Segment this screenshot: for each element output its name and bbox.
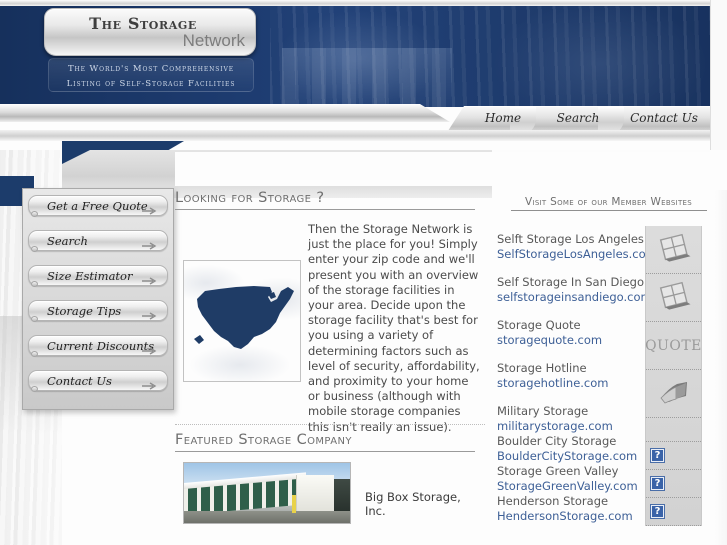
arrow-right-icon [142,341,158,355]
member-title: Storage Hotline [497,361,587,375]
member-title: Henderson Storage [497,494,609,508]
arrow-right-icon [142,271,158,285]
sidebar-item-current-discounts[interactable]: Current Discounts [28,335,168,357]
sidebar-item-size-estimator[interactable]: Size Estimator [28,265,168,287]
tagline-line-two: Listing of Self-Storage Facilities [66,79,236,89]
member-link[interactable]: storagehotline.com [497,376,657,391]
header-top-trim [0,0,727,6]
site-tagline: The World's Most Comprehensive Listing o… [48,58,254,92]
nav-item-home[interactable]: Home [468,111,538,131]
list-item: Henderson Storage HendersonStorage.com [497,494,657,524]
member-link[interactable]: militarystorage.com [497,419,657,434]
member-websites-panel: Visit Some of our Member Websites Selft … [490,196,727,526]
broken-image-icon [650,448,665,463]
member-icon-cell[interactable] [646,370,701,418]
header-right-edge [710,0,727,150]
list-item: Boulder City Storage BoulderCityStorage.… [497,434,657,464]
main-content: Looking for Storage ? Then the Storage N… [175,190,485,434]
list-item: Self Storage In San Diego selfstorageins… [497,275,657,305]
sidebar-item-get-a-free-quote[interactable]: Get a Free Quote [28,195,168,217]
logo-line-two: Network [182,31,245,50]
list-item: Storage Green Valley StorageGreenValley.… [497,464,657,494]
member-title: Selft Storage Los Angeles [497,232,644,246]
page-title: Looking for Storage ? [175,190,475,210]
sidebar-item-label: Storage Tips [47,304,122,318]
arrow-right-icon [142,376,158,390]
sidebar-item-storage-tips[interactable]: Storage Tips [28,300,168,322]
featured-storage-photo [183,462,351,524]
member-websites-heading: Visit Some of our Member Websites [510,196,707,211]
sidebar-item-knob [31,211,38,217]
book-pages-icon [657,378,691,410]
nav-item-search[interactable]: Search [542,111,614,131]
member-title: Storage Quote [497,318,581,332]
member-icon-cell[interactable] [646,226,701,274]
window-grid-icon [657,233,691,267]
right-margin-fade [715,190,727,545]
left-sidebar: Get a Free Quote Search Size Estimator S… [22,188,174,410]
member-icon-cell[interactable] [646,274,701,322]
header-under-trim [0,130,710,141]
featured-company-name: Big Box Storage, Inc. [365,490,461,518]
member-icon-cell[interactable] [646,470,701,498]
photo-yellow-post [292,495,296,513]
member-link[interactable]: storagequote.com [497,333,657,348]
member-link[interactable]: HendersonStorage.com [497,509,657,524]
member-websites-list: Selft Storage Los Angeles SelfStorageLos… [497,232,657,524]
quote-text-icon: QUOTE [645,337,702,354]
photo-ground [184,511,350,523]
member-link[interactable]: SelfStorageLosAngeles.com [497,247,657,262]
arrow-right-icon [142,306,158,320]
sidebar-item-knob [31,316,38,322]
site-header: The Storage Network The World's Most Com… [0,0,727,150]
usa-silhouette-icon [194,286,294,349]
featured-heading: Featured Storage Company [175,432,475,452]
sidebar-item-label: Contact Us [47,374,112,388]
sidebar-item-label: Size Estimator [47,269,133,283]
sidebar-item-label: Get a Free Quote [47,199,148,213]
site-logo[interactable]: The Storage Network [44,8,256,56]
arrow-right-icon [142,236,158,250]
list-item: Storage Quote storagequote.com [497,318,657,348]
sidebar-item-label: Current Discounts [47,339,155,353]
sidebar-item-contact-us[interactable]: Contact Us [28,370,168,392]
member-title: Military Storage [497,404,589,418]
member-icon-cell[interactable]: QUOTE [645,322,702,370]
broken-image-icon [650,504,665,519]
member-icon-cell[interactable] [646,442,701,470]
header-banner-photo-secondary [282,48,452,107]
decor-white-band [175,152,710,186]
section-divider [175,424,485,425]
window-grid-icon [657,281,691,315]
arrow-right-icon [142,201,158,215]
list-item: Storage Hotline storagehotline.com [497,361,657,391]
sidebar-item-knob [31,246,38,252]
member-icon-cell[interactable] [646,498,701,526]
member-title: Storage Green Valley [497,464,619,478]
sidebar-item-knob [31,386,38,392]
page-root: The Storage Network The World's Most Com… [0,0,727,545]
member-icon-spacer [646,418,701,442]
member-link[interactable]: BoulderCityStorage.com [497,449,657,464]
sidebar-item-label: Search [47,234,88,248]
sidebar-item-search[interactable]: Search [28,230,168,252]
member-icons-column: QUOTE [645,226,702,526]
featured-section: Featured Storage Company Big Box Storage… [175,432,485,524]
member-link[interactable]: selfstorageinsandiego.com [497,290,657,305]
member-title: Self Storage In San Diego [497,275,645,289]
sidebar-item-knob [31,351,38,357]
nav-item-contact-us[interactable]: Contact Us [622,111,706,131]
list-item: Selft Storage Los Angeles SelfStorageLos… [497,232,657,262]
broken-image-icon [650,476,665,491]
sidebar-item-knob [31,281,38,287]
united-states-map-image [183,260,301,382]
member-title: Boulder City Storage [497,434,617,448]
list-item: Military Storage militarystorage.com [497,404,657,434]
member-link[interactable]: StorageGreenValley.com [497,479,657,494]
tagline-line-one: The World's Most Comprehensive [67,64,235,74]
intro-paragraph: Then the Storage Network is just the pla… [308,222,480,434]
